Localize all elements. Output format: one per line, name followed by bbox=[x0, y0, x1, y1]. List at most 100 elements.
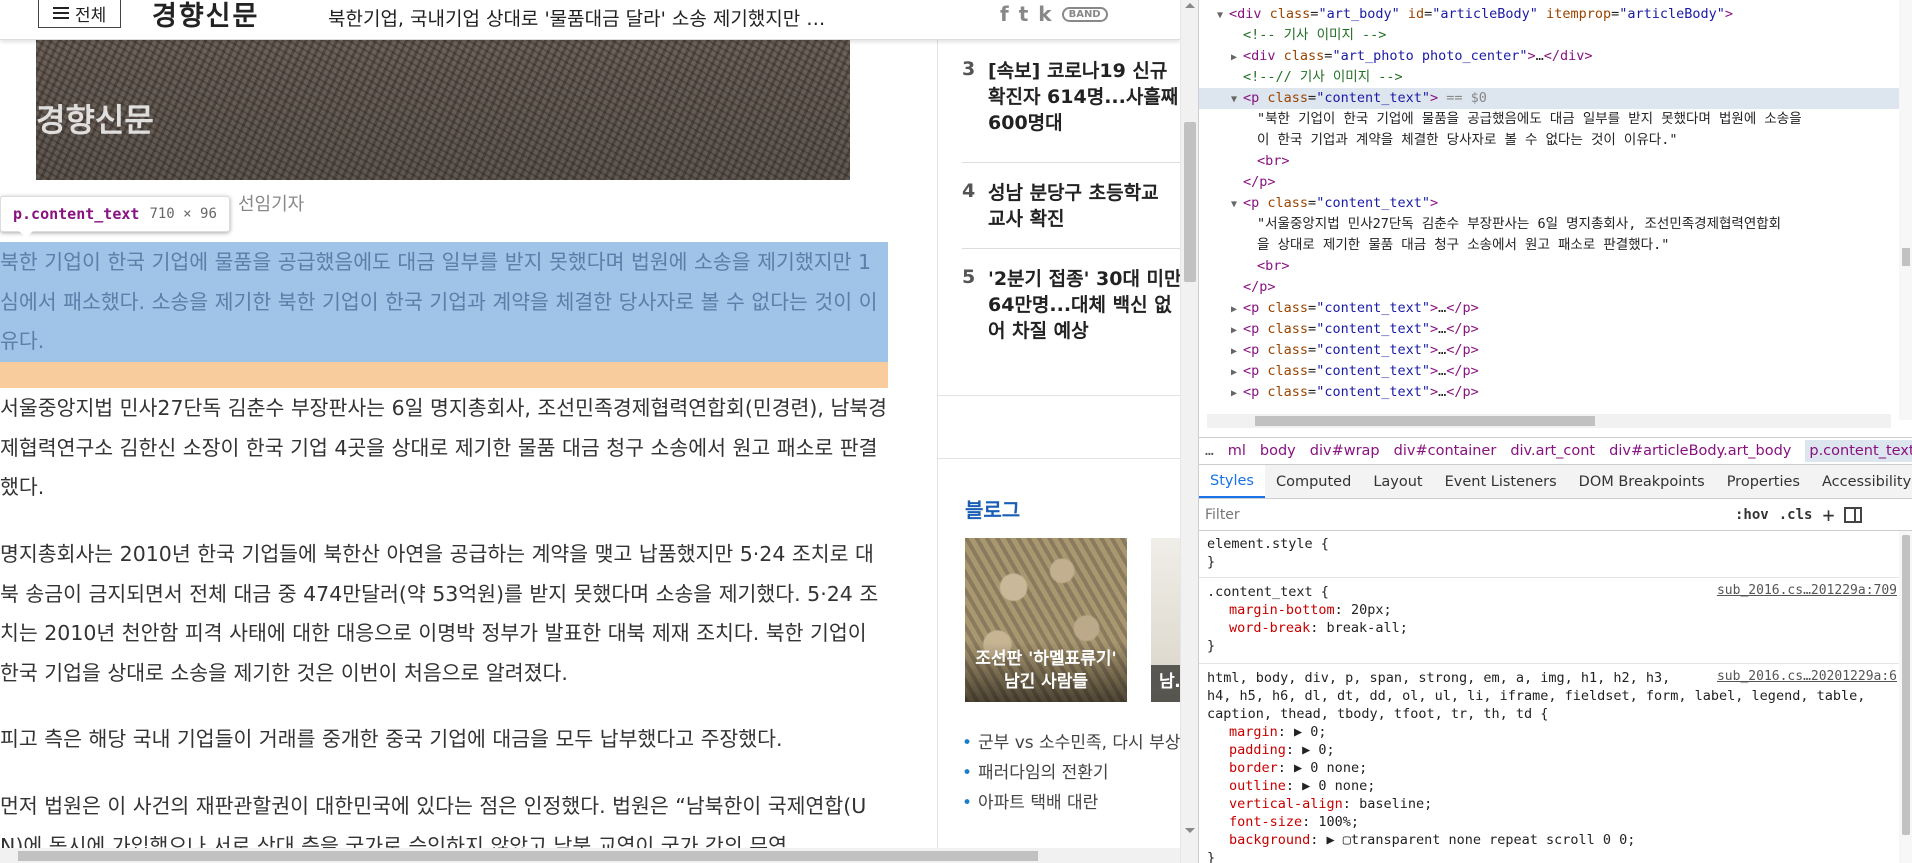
dom-node[interactable]: <!-- 기사 이미지 --> bbox=[1199, 25, 1899, 46]
tab-event-listeners[interactable]: Event Listeners bbox=[1434, 465, 1568, 498]
all-menu-button[interactable]: 전체 bbox=[38, 0, 122, 28]
twitter-icon[interactable]: t bbox=[1019, 2, 1029, 26]
ranking-item[interactable]: 4 성남 분당구 초등학교 교사 확진 bbox=[962, 180, 1180, 232]
styles-scrollbar[interactable] bbox=[1899, 531, 1912, 863]
scrollbar-thumb[interactable] bbox=[1184, 122, 1196, 282]
tab-properties[interactable]: Properties bbox=[1716, 465, 1811, 498]
blog-card[interactable]: 남… bbox=[1151, 538, 1180, 702]
ranking-title[interactable]: [속보] 코로나19 신규 확진자 614명...사흘째 600명대 bbox=[988, 58, 1180, 136]
breadcrumb-item[interactable]: p.content_text bbox=[1805, 440, 1912, 462]
dom-node[interactable]: ▶ <p class="content_text">…</p> bbox=[1199, 361, 1899, 382]
dom-node[interactable]: </p> bbox=[1199, 172, 1899, 193]
expand-triangle-icon[interactable]: ▶ bbox=[1231, 383, 1243, 403]
scroll-down-icon[interactable] bbox=[1185, 828, 1195, 833]
ranking-number: 3 bbox=[962, 58, 976, 80]
ranking-title[interactable]: 성남 분당구 초등학교 교사 확진 bbox=[988, 180, 1180, 232]
ranking-item[interactable]: 5 '2분기 접종' 30대 미만 64만명...대체 백신 없어 차질 예상 bbox=[962, 266, 1180, 344]
dom-node[interactable]: ▶ <p class="content_text">…</p> bbox=[1199, 319, 1899, 340]
toggle-sidebar-icon[interactable] bbox=[1844, 506, 1863, 523]
tab-computed[interactable]: Computed bbox=[1265, 465, 1362, 498]
styles-filter-input[interactable] bbox=[1205, 502, 1725, 527]
dom-tree-horizontal-scrollbar[interactable] bbox=[1207, 414, 1891, 428]
dom-node[interactable]: <br> bbox=[1199, 151, 1899, 172]
css-property[interactable]: word-break: break-all; bbox=[1207, 619, 1897, 637]
tab-layout[interactable]: Layout bbox=[1362, 465, 1433, 498]
dom-node[interactable]: ▶ <p class="content_text">…</p> bbox=[1199, 298, 1899, 319]
dom-node[interactable]: </p> bbox=[1199, 277, 1899, 298]
scrollbar-thumb[interactable] bbox=[1902, 248, 1910, 266]
scroll-up-icon[interactable] bbox=[1185, 3, 1195, 8]
dom-node[interactable]: "북한 기업이 한국 기업에 물품을 공급했음에도 대금 일부를 받지 못했다며… bbox=[1199, 109, 1899, 130]
divider bbox=[1199, 577, 1899, 578]
dom-node[interactable]: "서울중앙지법 민사27단독 김춘수 부장판사는 6일 명지총회사, 조선민족경… bbox=[1199, 214, 1899, 235]
breadcrumb-item[interactable]: body bbox=[1260, 443, 1296, 459]
css-property[interactable]: margin-bottom: 20px; bbox=[1207, 601, 1897, 619]
blog-link[interactable]: • 군부 vs 소수민족, 다시 부상 bbox=[962, 728, 1180, 758]
css-property[interactable]: vertical-align: baseline; bbox=[1207, 795, 1897, 813]
css-property[interactable]: margin: ▶ 0; bbox=[1207, 723, 1897, 741]
class-toggle[interactable]: .cls bbox=[1779, 507, 1813, 523]
blog-link[interactable]: • 아파트 택배 대란 bbox=[962, 788, 1180, 818]
dom-node[interactable]: <br> bbox=[1199, 256, 1899, 277]
scrollbar-thumb[interactable] bbox=[1902, 535, 1910, 835]
dom-node[interactable]: 이 한국 기업과 계약을 체결한 당사자로 볼 수 없다는 것이 이유다." bbox=[1199, 130, 1899, 151]
dom-tree-scrollbar[interactable] bbox=[1899, 0, 1912, 420]
expand-triangle-icon[interactable]: ▼ bbox=[1217, 5, 1229, 25]
stylesheet-source-link[interactable]: sub_2016.cs…201229a:709 bbox=[1717, 583, 1897, 598]
dom-node-markup: <p class="content_text"> bbox=[1243, 195, 1439, 211]
scrollbar-thumb[interactable] bbox=[18, 851, 1038, 861]
blog-link[interactable]: • 패러다임의 전환기 bbox=[962, 758, 1180, 788]
css-property[interactable]: padding: ▶ 0; bbox=[1207, 741, 1897, 759]
dom-node[interactable]: 을 상대로 제기한 물품 대금 청구 소송에서 원고 패소로 판결했다." bbox=[1199, 235, 1899, 256]
expand-triangle-icon[interactable]: ▼ bbox=[1231, 194, 1243, 214]
article-column: 경향신문 선임기자 p.content_text 710 × 96 북한 기업이… bbox=[0, 0, 890, 863]
rule-selector[interactable]: caption, thead, tbody, tfoot, tr, th, td… bbox=[1207, 705, 1897, 723]
page-vertical-scrollbar[interactable] bbox=[1180, 0, 1198, 863]
ranking-item[interactable]: 3 [속보] 코로나19 신규 확진자 614명...사흘째 600명대 bbox=[962, 58, 1180, 136]
breadcrumb-item[interactable]: div#container bbox=[1394, 443, 1497, 459]
kakao-icon[interactable]: k bbox=[1038, 2, 1051, 26]
scrollbar-thumb[interactable] bbox=[1255, 416, 1595, 426]
rule-selector[interactable]: element.style { bbox=[1207, 535, 1897, 553]
site-logo[interactable]: 경향신문 bbox=[152, 0, 259, 33]
dom-node[interactable]: ▼ <p class="content_text"> bbox=[1199, 193, 1899, 214]
expand-triangle-icon[interactable]: ▶ bbox=[1231, 362, 1243, 382]
facebook-icon[interactable]: f bbox=[1000, 2, 1009, 26]
breadcrumb-item[interactable]: div.art_cont bbox=[1510, 443, 1595, 459]
rule-selector[interactable]: h4, h5, h6, dl, dt, dd, ol, ul, li, ifra… bbox=[1207, 687, 1897, 705]
css-property[interactable]: outline: ▶ 0 none; bbox=[1207, 777, 1897, 795]
new-style-rule-icon[interactable]: + bbox=[1822, 505, 1834, 525]
dom-node[interactable]: <!--// 기사 이미지 --> bbox=[1199, 67, 1899, 88]
dom-node[interactable]: ▶ <div class="art_photo photo_center">…</… bbox=[1199, 46, 1899, 67]
expand-triangle-icon[interactable]: ▼ bbox=[1231, 89, 1243, 109]
band-icon[interactable]: BAND bbox=[1061, 6, 1108, 22]
tab-accessibility[interactable]: Accessibility bbox=[1811, 465, 1912, 498]
dom-node-markup: <p class="content_text">…</p> bbox=[1243, 300, 1479, 316]
dom-node[interactable]: ▶ <p class="content_text">…</p> bbox=[1199, 382, 1899, 403]
expand-triangle-icon[interactable]: ▶ bbox=[1231, 299, 1243, 319]
hover-state-toggle[interactable]: :hov bbox=[1735, 507, 1769, 523]
expand-triangle-icon[interactable]: ▶ bbox=[1231, 320, 1243, 340]
css-property[interactable]: border: ▶ 0 none; bbox=[1207, 759, 1897, 777]
page-horizontal-scrollbar[interactable] bbox=[0, 848, 1180, 863]
blog-card[interactable]: 조선판 '하멜표류기' 남긴 사람들 bbox=[965, 538, 1127, 702]
dom-node-selected[interactable]: ▼ <p class="content_text"> == $0 bbox=[1199, 88, 1899, 109]
breadcrumb-overflow[interactable]: … bbox=[1205, 443, 1214, 459]
dom-node[interactable]: ▼ <div class="art_body" id="articleBody" … bbox=[1199, 4, 1899, 25]
dom-node[interactable]: ▶ <p class="content_text">…</p> bbox=[1199, 340, 1899, 361]
expand-triangle-icon[interactable]: ▶ bbox=[1231, 341, 1243, 361]
dom-node-markup: <!-- 기사 이미지 --> bbox=[1243, 27, 1387, 43]
tab-dom-breakpoints[interactable]: DOM Breakpoints bbox=[1568, 465, 1716, 498]
dom-node-markup: <div class="art_body" id="articleBody" i… bbox=[1229, 6, 1734, 22]
stylesheet-source-link[interactable]: sub_2016.cs…20201229a:6 bbox=[1717, 669, 1897, 684]
css-property[interactable]: font-size: 100%; bbox=[1207, 813, 1897, 831]
blog-heading[interactable]: 블로그 bbox=[965, 494, 1020, 523]
tab-styles[interactable]: Styles bbox=[1199, 465, 1265, 498]
css-property[interactable]: background: ▶ ▢transparent none repeat s… bbox=[1207, 831, 1897, 849]
breadcrumb-item[interactable]: div#wrap bbox=[1310, 443, 1380, 459]
breadcrumb-item[interactable]: ml bbox=[1228, 443, 1246, 459]
breadcrumb-item[interactable]: div#articleBody.art_body bbox=[1609, 443, 1791, 459]
expand-triangle-icon[interactable]: ▶ bbox=[1231, 47, 1243, 67]
ranking-title[interactable]: '2분기 접종' 30대 미만 64만명...대체 백신 없어 차질 예상 bbox=[988, 266, 1180, 344]
article-photo bbox=[36, 20, 850, 180]
